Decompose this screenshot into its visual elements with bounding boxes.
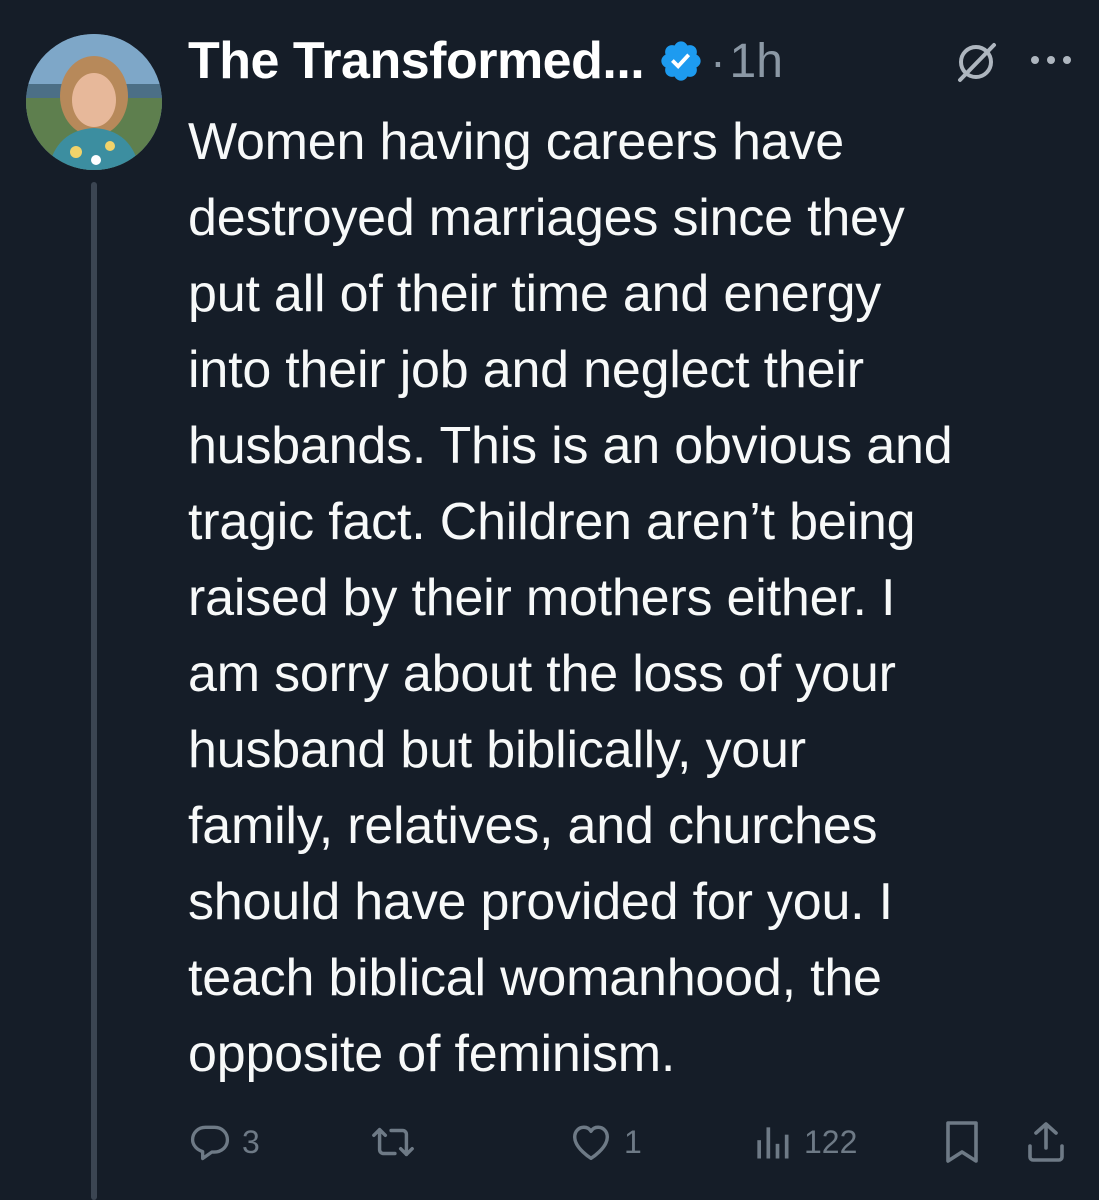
views-button[interactable]: 122 [750, 1112, 857, 1172]
reply-count: 3 [242, 1123, 260, 1160]
action-bar: 3 1 122 [188, 1112, 1078, 1172]
like-count: 1 [624, 1123, 642, 1160]
display-name[interactable]: The Transformed... [188, 31, 645, 91]
tweet-header: The Transformed... · 1h [188, 28, 783, 94]
tweet-container: The Transformed... · 1h Women having car… [0, 0, 1099, 1200]
bookmark-icon [940, 1118, 984, 1166]
like-button[interactable]: 1 [568, 1112, 642, 1172]
grok-icon[interactable] [954, 40, 998, 84]
share-button[interactable] [1024, 1112, 1068, 1172]
reply-button[interactable]: 3 [188, 1112, 260, 1172]
retweet-button[interactable] [370, 1112, 426, 1172]
bookmark-button[interactable] [940, 1112, 984, 1172]
reply-icon [188, 1120, 232, 1164]
tweet-text: Women having careers have destroyed marr… [188, 113, 953, 1083]
view-count: 122 [804, 1123, 858, 1160]
avatar[interactable] [26, 34, 162, 170]
views-chart-icon [750, 1120, 794, 1164]
more-options-icon[interactable] [1026, 48, 1076, 72]
thread-line [91, 182, 97, 1200]
share-icon [1024, 1118, 1068, 1166]
timestamp[interactable]: 1h [730, 34, 783, 89]
verified-badge-icon [658, 38, 704, 84]
separator-dot: · [710, 35, 726, 87]
heart-icon [568, 1119, 614, 1165]
retweet-icon [370, 1119, 416, 1165]
